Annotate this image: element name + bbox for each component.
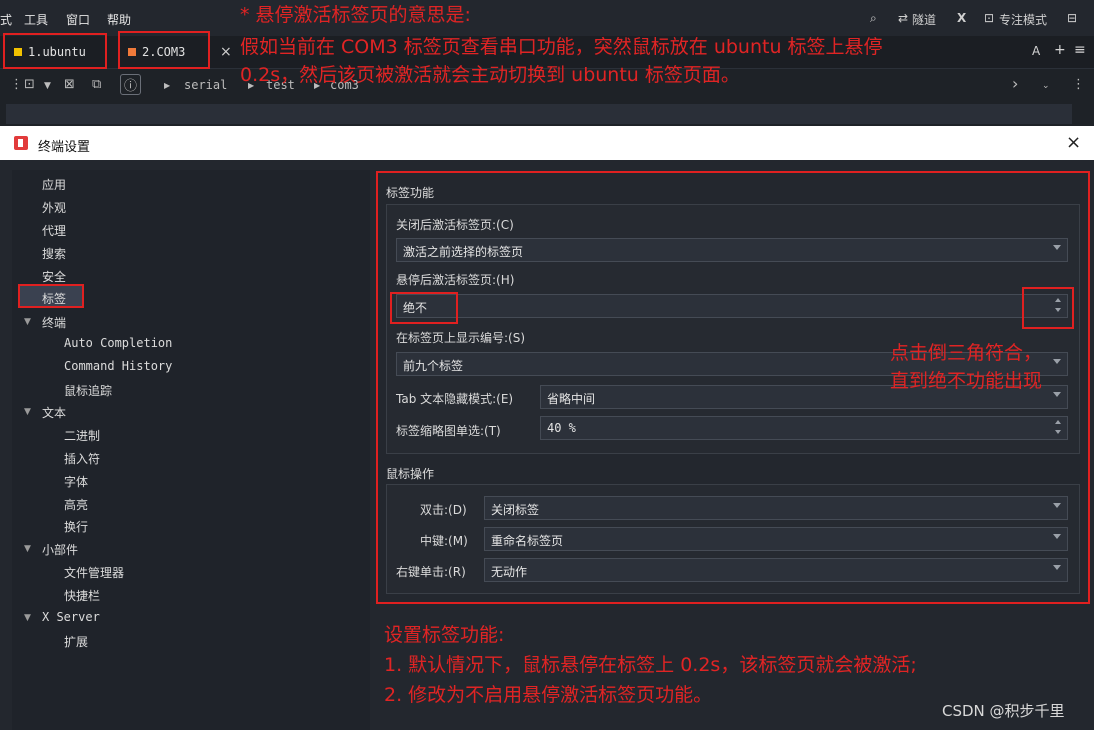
- tree-item-search[interactable]: 搜索: [42, 245, 66, 262]
- tree-item-quickbar[interactable]: 快捷栏: [64, 587, 100, 604]
- more-icon[interactable]: ⋮: [1072, 77, 1085, 92]
- annotation-text: 点击倒三角符合，: [890, 342, 1043, 364]
- window-icon[interactable]: ⊟: [1067, 11, 1077, 25]
- tunnel-button[interactable]: 隧道: [912, 11, 936, 28]
- highlight-box: [118, 31, 210, 69]
- expand-arrow-icon[interactable]: ▼: [24, 613, 31, 623]
- tunnel-icon[interactable]: ⇄: [898, 11, 908, 25]
- menu-item-help[interactable]: 帮助: [107, 11, 131, 28]
- tab-menu-icon[interactable]: ≡: [1074, 42, 1086, 58]
- tree-item-command-history[interactable]: Command History: [64, 359, 172, 373]
- highlight-box: [18, 284, 84, 308]
- focus-mode-button[interactable]: 专注模式: [999, 11, 1047, 28]
- annotation-text: 假如当前在 COM3 标签页查看串口功能，突然鼠标放在 ubuntu 标签上悬停: [240, 36, 883, 58]
- terminal-area[interactable]: [6, 104, 1072, 124]
- tree-item-auto-completion[interactable]: Auto Completion: [64, 336, 172, 350]
- font-button[interactable]: A: [1032, 44, 1040, 58]
- close-icon[interactable]: ×: [1066, 132, 1081, 153]
- annotation-text: 1. 默认情况下，鼠标悬停在标签上 0.2s，该标签页就会被激活;: [384, 654, 917, 676]
- annotation-text: 0.2s，然后该页被激活就会主动切换到 ubuntu 标签页面。: [240, 64, 740, 86]
- close-tab-icon[interactable]: ×: [220, 44, 232, 60]
- expand-arrow-icon[interactable]: ▼: [24, 544, 31, 554]
- chevron-right-icon[interactable]: ›: [1012, 74, 1018, 93]
- new-tab-icon[interactable]: ⊡: [24, 77, 35, 92]
- tree-item-highlight[interactable]: 高亮: [64, 496, 88, 513]
- tree-item-binary[interactable]: 二进制: [64, 427, 100, 444]
- tree-item-widgets[interactable]: 小部件: [42, 541, 78, 558]
- x-button[interactable]: X: [957, 11, 966, 25]
- tree-item-file-manager[interactable]: 文件管理器: [64, 564, 124, 581]
- tree-item-app[interactable]: 应用: [42, 176, 66, 193]
- tree-item-mouse-tracking[interactable]: 鼠标追踪: [64, 382, 112, 399]
- tree-item-terminal[interactable]: 终端: [42, 314, 66, 331]
- watermark: CSDN @积步千里: [942, 702, 1065, 720]
- menu-item-window[interactable]: 窗口: [66, 11, 90, 28]
- chevron-right-icon: ▶: [164, 81, 171, 90]
- tree-item-wrap[interactable]: 换行: [64, 518, 88, 535]
- annotation-text: 设置标签功能:: [384, 624, 505, 646]
- copy-icon[interactable]: ⧉: [92, 77, 101, 92]
- tree-item-security[interactable]: 安全: [42, 268, 66, 285]
- breadcrumb-item[interactable]: serial: [184, 78, 227, 92]
- add-tab-button[interactable]: +: [1054, 42, 1066, 58]
- info-icon[interactable]: ⓘ: [120, 74, 142, 95]
- tree-item-font[interactable]: 字体: [64, 473, 88, 490]
- annotation-text: 直到绝不功能出现: [890, 370, 1043, 392]
- menu-item-partial[interactable]: 式: [0, 11, 12, 28]
- dialog-titlebar: 终端设置 ×: [0, 126, 1094, 160]
- dropdown-icon[interactable]: ▼: [44, 81, 51, 91]
- tree-item-caret[interactable]: 插入符: [64, 450, 100, 467]
- close-tab-icon[interactable]: ⊠: [64, 77, 75, 92]
- menu-item-tools[interactable]: 工具: [24, 11, 48, 28]
- tree-item-appearance[interactable]: 外观: [42, 199, 66, 216]
- chevron-down-icon[interactable]: ⌄: [1042, 81, 1050, 91]
- search-icon[interactable]: ⌕: [870, 11, 877, 26]
- highlight-box: [3, 33, 107, 69]
- expand-arrow-icon[interactable]: ▼: [24, 407, 31, 417]
- annotation-text: 2. 修改为不启用悬停激活标签页功能。: [384, 684, 713, 706]
- tree-item-extensions[interactable]: 扩展: [64, 633, 88, 650]
- grip-icon: ⋮: [10, 77, 23, 92]
- tree-item-x-server[interactable]: X Server: [42, 610, 100, 624]
- expand-arrow-icon[interactable]: ▼: [24, 317, 31, 327]
- annotation-text: * 悬停激活标签页的意思是:: [240, 4, 471, 26]
- dialog-title: 终端设置: [38, 140, 91, 155]
- focus-icon[interactable]: ⊡: [984, 11, 994, 25]
- app-logo-icon: [14, 136, 28, 150]
- tree-item-text[interactable]: 文本: [42, 404, 66, 421]
- settings-tree: 应用 外观 代理 搜索 安全 标签 ▼ 终端 Auto Completion C…: [12, 170, 370, 730]
- tree-item-proxy[interactable]: 代理: [42, 222, 66, 239]
